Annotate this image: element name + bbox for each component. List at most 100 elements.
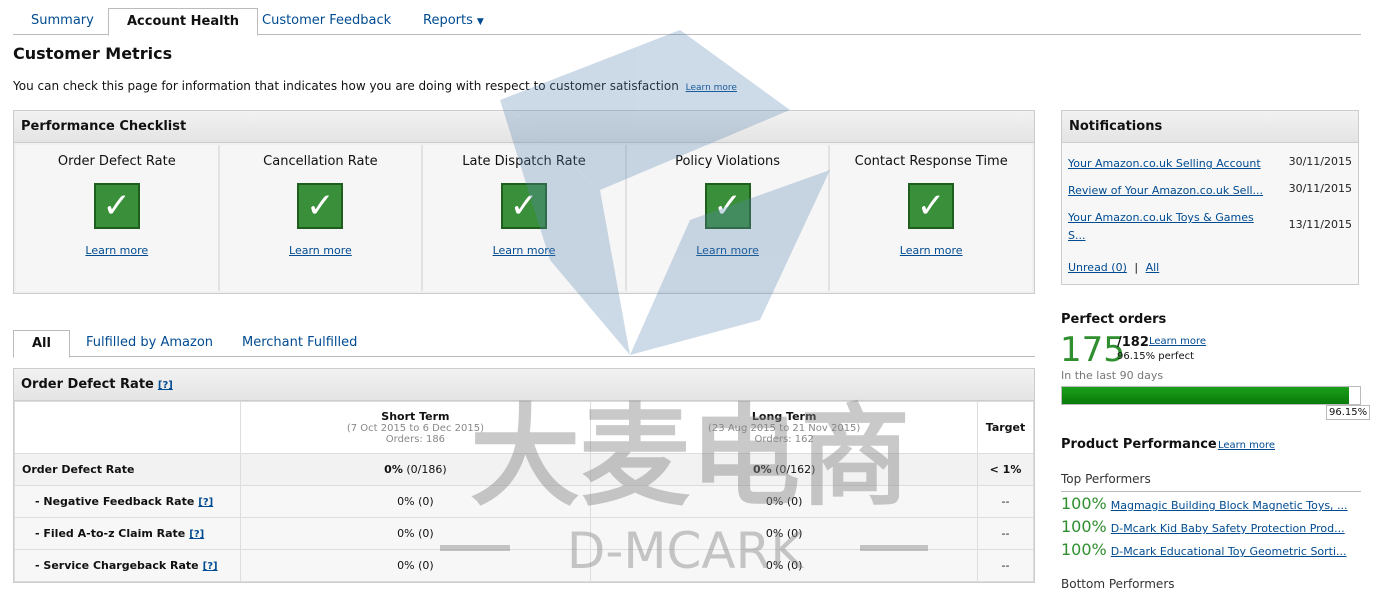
long-term-value: 0% (0) <box>590 549 979 582</box>
checklist-item-late-dispatch-rate: Late Dispatch Rate ✓ Learn more <box>423 145 627 291</box>
target-value: < 1% <box>977 453 1034 486</box>
checkmark-icon: ✓ <box>908 183 955 229</box>
checklist-item-policy-violations: Policy Violations ✓ Learn more <box>626 145 831 291</box>
page-title: Customer Metrics <box>13 44 173 63</box>
performer-link[interactable]: D-Mcark Educational Toy Geometric Sorti.… <box>1111 545 1347 558</box>
checklist-item-order-defect-rate: Order Defect Rate ✓ Learn more <box>16 145 220 291</box>
tab-reports[interactable]: Reports ▼ <box>405 8 502 35</box>
tab-all[interactable]: All <box>13 330 70 358</box>
short-term-value: 0% (0) <box>239 485 592 518</box>
short-term-orders: Orders: 186 <box>385 434 446 445</box>
learn-more-link[interactable]: Learn more <box>423 244 625 257</box>
performance-checklist: Performance Checklist Order Defect Rate … <box>13 110 1035 294</box>
perfect-orders-count: 175 <box>1060 330 1125 370</box>
unread-link[interactable]: Unread (0) <box>1068 261 1127 274</box>
tab-account-health[interactable]: Account Health <box>108 8 259 36</box>
checklist-item-label: Cancellation Rate <box>263 154 378 169</box>
target-header: Target <box>977 401 1034 454</box>
order-defect-rate-panel: Order Defect Rate [?] Short Term (7 Oct 2… <box>13 368 1035 583</box>
notification-link[interactable]: Your Amazon.co.uk Toys & Games S... <box>1068 209 1273 245</box>
tab-label: All <box>32 336 51 351</box>
long-term-header: Long Term (23 Aug 2015 to 21 Nov 2015) O… <box>590 401 979 454</box>
tab-merchant-fulfilled[interactable]: Merchant Fulfilled <box>224 330 375 357</box>
notifications-panel: Notifications Your Amazon.co.uk Selling … <box>1061 110 1359 285</box>
top-performer-item: 100% D-Mcark Kid Baby Safety Protection P… <box>1061 517 1351 536</box>
learn-more-link[interactable]: Learn more <box>16 244 218 257</box>
product-performance-learn-more-link[interactable]: Learn more <box>1218 440 1275 451</box>
table-row: - Service Chargeback Rate [?] 0% (0) 0% (… <box>14 549 1034 582</box>
long-term-range: (23 Aug 2015 to 21 Nov 2015) <box>708 423 861 434</box>
checkmark-icon: ✓ <box>297 183 344 229</box>
help-link[interactable]: [?] <box>158 380 173 391</box>
learn-more-link[interactable]: Learn more <box>627 244 829 257</box>
description-text: You can check this page for information … <box>13 79 679 93</box>
performer-percent: 100% <box>1061 494 1107 513</box>
tab-label: Fulfilled by Amazon <box>86 335 214 350</box>
performer-percent: 100% <box>1061 540 1107 559</box>
top-tab-bar: Summary Account Health Customer Feedback… <box>13 8 1361 36</box>
row-label-text: - Filed A-to-z Claim Rate <box>35 527 186 540</box>
target-value: -- <box>977 517 1034 550</box>
performer-link[interactable]: D-Mcark Kid Baby Safety Protection Prod.… <box>1111 522 1345 535</box>
page-learn-more-link[interactable]: Learn more <box>686 83 737 93</box>
long-term-orders: Orders: 162 <box>754 434 814 445</box>
all-notifications-link[interactable]: All <box>1146 261 1160 274</box>
product-performance-title: Product Performance <box>1061 437 1217 452</box>
odr-panel-title: Order Defect Rate [?] <box>14 369 1034 401</box>
help-link[interactable]: [?] <box>198 497 213 508</box>
short-term-title: Short Term <box>381 410 450 423</box>
empty-header-cell <box>14 401 241 454</box>
learn-more-link[interactable]: Learn more <box>830 244 1032 257</box>
checklist-item-label: Late Dispatch Rate <box>462 154 586 169</box>
short-term-value: 0% (0) <box>239 549 592 582</box>
perfect-orders-total: /182 <box>1117 335 1149 350</box>
performer-link[interactable]: Magmagic Building Block Magnetic Toys, .… <box>1111 499 1348 512</box>
row-label: - Negative Feedback Rate [?] <box>14 485 241 518</box>
performer-percent: 100% <box>1061 517 1107 536</box>
checklist-title: Performance Checklist <box>14 111 1034 143</box>
tab-customer-feedback[interactable]: Customer Feedback <box>244 8 409 35</box>
notification-date: 30/11/2015 <box>1288 182 1352 195</box>
row-label: - Filed A-to-z Claim Rate [?] <box>14 517 241 550</box>
row-label: - Service Chargeback Rate [?] <box>14 549 241 582</box>
help-link[interactable]: [?] <box>189 529 204 540</box>
notification-link[interactable]: Review of Your Amazon.co.uk Sell... <box>1068 182 1280 200</box>
notification-link[interactable]: Your Amazon.co.uk Selling Account <box>1068 155 1280 173</box>
learn-more-link[interactable]: Learn more <box>220 244 422 257</box>
tab-label: Customer Feedback <box>262 13 392 28</box>
row-label-text: - Service Chargeback Rate <box>35 559 199 572</box>
value-count: (0/162) <box>771 463 816 476</box>
progress-fill <box>1062 387 1349 404</box>
table-row: - Negative Feedback Rate [?] 0% (0) 0% (0… <box>14 485 1034 518</box>
short-term-value: 0% (0) <box>239 517 592 550</box>
short-term-value: 0% (0/186) <box>239 453 592 486</box>
checkmark-icon: ✓ <box>500 183 547 229</box>
checklist-item-label: Order Defect Rate <box>57 154 176 169</box>
top-performer-item: 100% Magmagic Building Block Magnetic Toy… <box>1061 494 1351 513</box>
perfect-orders-title: Perfect orders <box>1061 312 1167 327</box>
perfect-orders-learn-more-link[interactable]: Learn more <box>1149 336 1206 347</box>
page-description: You can check this page for information … <box>13 79 737 93</box>
checkmark-icon: ✓ <box>93 183 140 229</box>
notification-date: 30/11/2015 <box>1288 155 1352 168</box>
help-link[interactable]: [?] <box>203 561 218 572</box>
checklist-item-label: Policy Violations <box>675 154 781 169</box>
value-percent: 0% <box>384 463 403 476</box>
fulfillment-tab-bar: All Fulfilled by Amazon Merchant Fulfill… <box>13 330 1035 358</box>
bottom-performers-label: Bottom Performers <box>1061 577 1175 591</box>
tab-summary[interactable]: Summary <box>13 8 112 35</box>
perfect-orders-period: In the last 90 days <box>1061 369 1164 382</box>
row-label-text: - Negative Feedback Rate <box>35 495 195 508</box>
tab-label: Account Health <box>127 14 240 29</box>
tab-fulfilled-by-amazon[interactable]: Fulfilled by Amazon <box>68 330 231 357</box>
separator: | <box>1134 261 1139 274</box>
tab-label: Reports <box>423 13 473 28</box>
table-row: - Filed A-to-z Claim Rate [?] 0% (0) 0% (… <box>14 517 1034 550</box>
checklist-item-contact-response-time: Contact Response Time ✓ Learn more <box>830 145 1032 291</box>
value-count: (0/186) <box>402 463 447 476</box>
tab-label: Merchant Fulfilled <box>242 335 358 350</box>
table-row: Order Defect Rate 0% (0/186) 0% (0/162) … <box>14 453 1034 486</box>
short-term-header: Short Term (7 Oct 2015 to 6 Dec 2015) Or… <box>239 401 592 454</box>
tab-label: Summary <box>31 13 94 28</box>
long-term-value: 0% (0) <box>590 485 979 518</box>
